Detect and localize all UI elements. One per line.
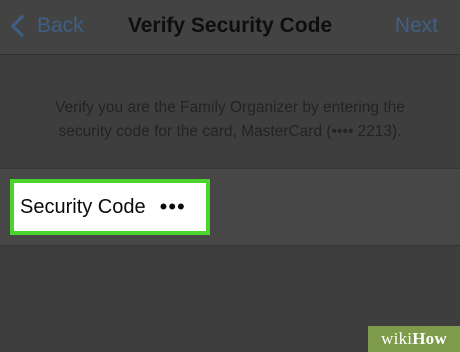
instructions-line-1: Verify you are the Family Organizer by e…: [55, 99, 405, 116]
instructions-text: Verify you are the Family Organizer by e…: [20, 96, 440, 144]
watermark-suffix: How: [412, 329, 447, 348]
security-code-field[interactable]: Security Code •••: [10, 179, 210, 235]
navigation-bar: Back Verify Security Code Next: [0, 0, 460, 55]
watermark-text: wikiHow: [381, 329, 447, 349]
page-title: Verify Security Code: [127, 14, 333, 37]
security-code-label: Security Code: [20, 196, 146, 218]
instructions-line-2: security code for the card, MasterCard (…: [58, 123, 402, 140]
security-code-value[interactable]: •••: [160, 195, 186, 219]
next-button[interactable]: Next: [395, 12, 438, 40]
wikihow-watermark: wikiHow: [368, 326, 460, 352]
watermark-prefix: wiki: [381, 329, 413, 348]
